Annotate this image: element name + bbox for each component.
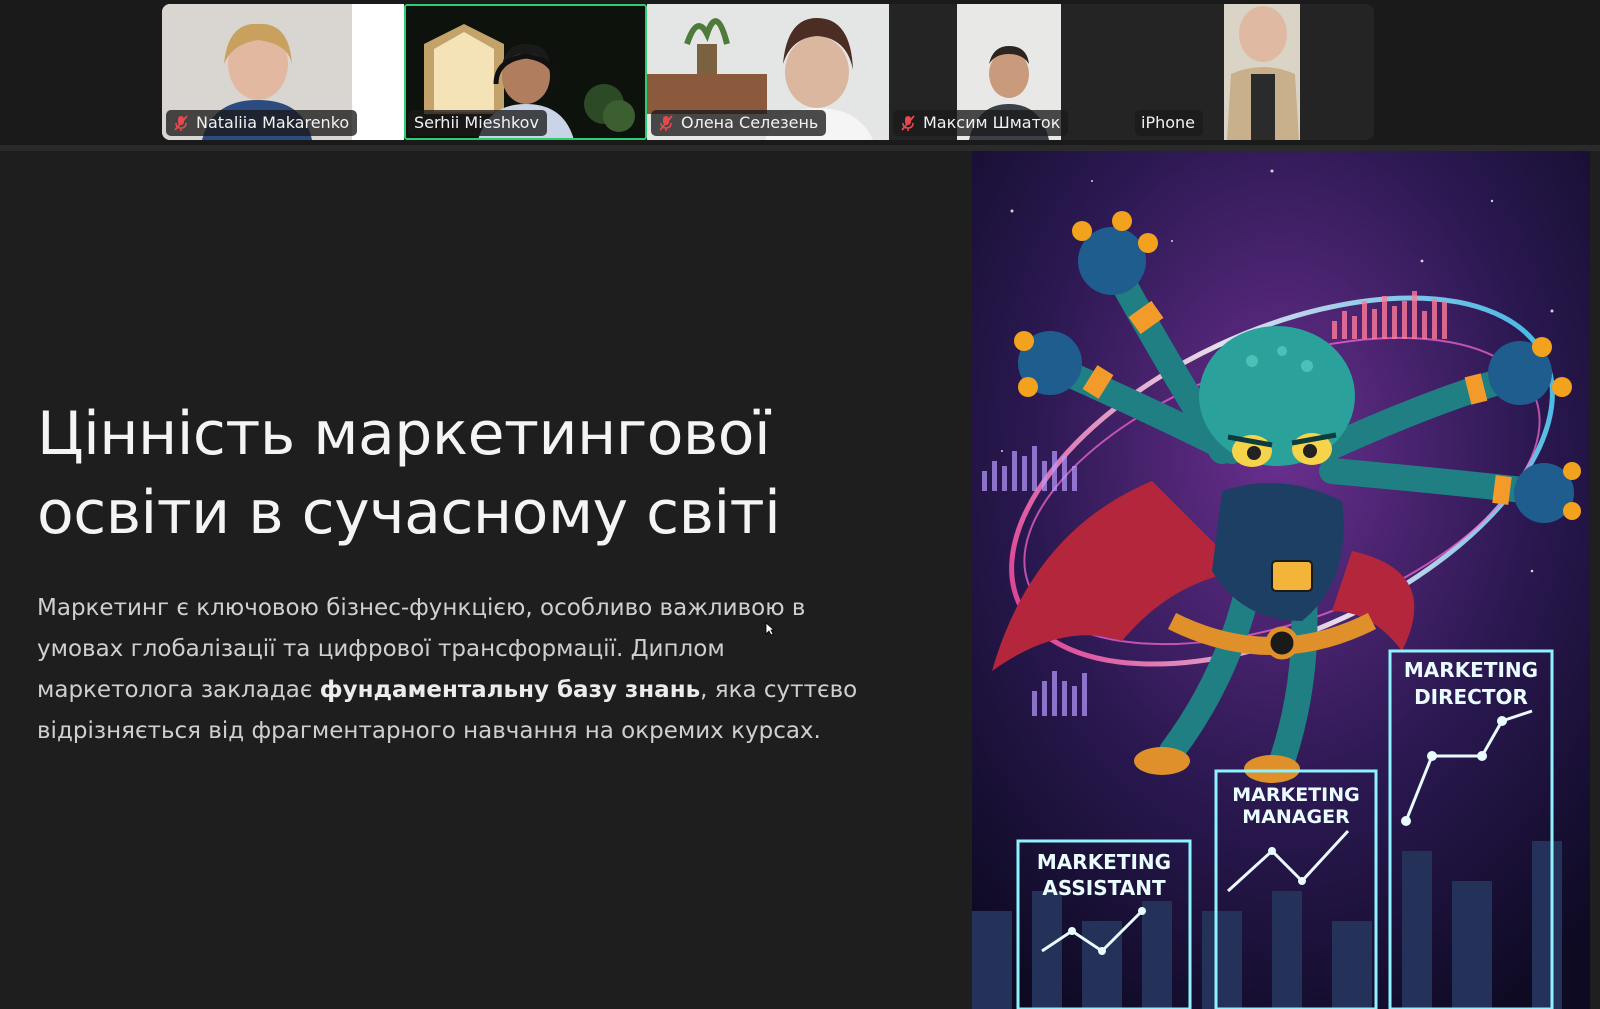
participant-name-label: Олена Селезень bbox=[651, 110, 827, 136]
slide-body-text: Маркетинг є ключовою бізнес-функцією, ос… bbox=[37, 588, 867, 752]
mic-muted-icon bbox=[174, 115, 188, 131]
shared-screen: Цінність маркетингової освіти в сучасном… bbox=[0, 151, 1600, 1009]
label-assistant-line2: ASSISTANT bbox=[1042, 876, 1166, 900]
participant-name: iPhone bbox=[1141, 113, 1196, 132]
participant-tile-serhii-mieshkov[interactable]: Serhii Mieshkov bbox=[404, 4, 647, 140]
label-assistant-line1: MARKETING bbox=[1037, 850, 1171, 874]
slide-title: Цінність маркетингової освіти в сучасном… bbox=[37, 395, 917, 553]
participant-name: Олена Селезень bbox=[681, 113, 819, 132]
participant-tile-olena-selezen[interactable]: Олена Селезень bbox=[647, 4, 889, 140]
body-text-bold: фундаментальну базу знань bbox=[319, 677, 701, 703]
label-manager-line1: MARKETING bbox=[1232, 784, 1359, 806]
label-director-line2: DIRECTOR bbox=[1414, 685, 1528, 709]
participant-name: Максим Шматок bbox=[923, 113, 1061, 132]
label-manager-line2: MANAGER bbox=[1242, 806, 1350, 828]
mic-muted-icon bbox=[659, 115, 673, 131]
video-gallery: Nataliia Makarenko Serhii Mieshkov Олена… bbox=[162, 4, 1374, 140]
participant-strip: Nataliia Makarenko Serhii Mieshkov Олена… bbox=[0, 0, 1600, 146]
participant-name: Nataliia Makarenko bbox=[196, 113, 350, 132]
slide-title-line-1: Цінність маркетингової bbox=[37, 399, 771, 469]
participant-tile-nataliia-makarenko[interactable]: Nataliia Makarenko bbox=[162, 4, 404, 140]
participant-name-label: Максим Шматок bbox=[893, 110, 1069, 136]
mic-muted-icon bbox=[901, 115, 915, 131]
slide-illustration: MARKETING ASSISTANT MARKETING MANAGER MA… bbox=[972, 151, 1590, 1009]
participant-name: Serhii Mieshkov bbox=[414, 113, 539, 132]
octopus-superhero-illustration: MARKETING ASSISTANT MARKETING MANAGER MA… bbox=[972, 151, 1590, 1009]
slide-text-panel: Цінність маркетингової освіти в сучасном… bbox=[0, 151, 970, 1009]
mouse-cursor-icon bbox=[765, 622, 775, 636]
participant-name-label: Nataliia Makarenko bbox=[166, 110, 358, 136]
participant-name-label: iPhone bbox=[1135, 110, 1204, 136]
participant-tile-maksym-shmatok[interactable]: Максим Шматок bbox=[889, 4, 1131, 140]
slide-title-line-2: освіти в сучасному світі bbox=[37, 478, 781, 548]
label-director-line1: MARKETING bbox=[1404, 658, 1538, 682]
participant-name-label: Serhii Mieshkov bbox=[408, 110, 547, 136]
participant-tile-iphone[interactable]: iPhone bbox=[1131, 4, 1374, 140]
